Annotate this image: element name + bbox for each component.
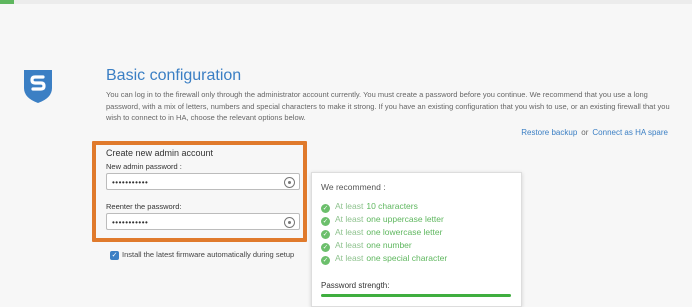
requirement-item: ✓ At least one lowercase letter (321, 227, 443, 239)
requirement-item: ✓ At least one uppercase letter (321, 214, 444, 226)
password-recommendation-popup: We recommend : ✓ At least 10 characters ✓ A… (311, 172, 522, 307)
password-strength-fill (321, 294, 511, 297)
new-password-value: ••••••••••• (112, 178, 149, 187)
password-strength-bar (321, 294, 511, 297)
requirement-item: ✓ At least one number (321, 240, 412, 252)
top-bar-accent (0, 0, 14, 4)
restore-backup-link[interactable]: Restore backup (521, 128, 577, 137)
check-icon[interactable]: ✓ (110, 250, 119, 260)
password-strength-label: Password strength: (321, 281, 390, 290)
top-bar (0, 0, 692, 4)
ha-spare-link[interactable]: Connect as HA spare (592, 128, 668, 137)
new-password-field[interactable]: ••••••••••• (106, 173, 300, 190)
check-icon: ✓ (321, 256, 330, 265)
install-firmware-label: Install the latest firmware automaticall… (122, 250, 295, 259)
check-icon: ✓ (321, 230, 330, 239)
section-title: Create new admin account (106, 148, 214, 158)
or-text: or (581, 128, 589, 137)
eye-icon[interactable] (284, 217, 295, 228)
check-icon: ✓ (321, 204, 330, 213)
check-icon: ✓ (321, 243, 330, 252)
check-icon: ✓ (321, 217, 330, 226)
page-title: Basic configuration (106, 67, 242, 84)
requirement-item: ✓ At least 10 characters (321, 201, 418, 213)
new-password-label: New admin password : (106, 162, 182, 171)
requirement-item: ✓ At least one special character (321, 253, 448, 265)
install-firmware-option[interactable]: ✓ Install the latest firmware automatical… (110, 250, 294, 260)
popup-title: We recommend : (321, 182, 386, 192)
eye-icon[interactable] (284, 177, 295, 188)
reenter-password-label: Reenter the password: (106, 202, 182, 211)
sophos-shield-logo-icon (24, 70, 52, 103)
reenter-password-value: ••••••••••• (112, 218, 149, 227)
reenter-password-field[interactable]: ••••••••••• (106, 213, 300, 230)
alternative-options: Restore backup or Connect as HA spare (521, 128, 668, 137)
intro-text: You can log in to the firewall only thro… (106, 90, 670, 122)
